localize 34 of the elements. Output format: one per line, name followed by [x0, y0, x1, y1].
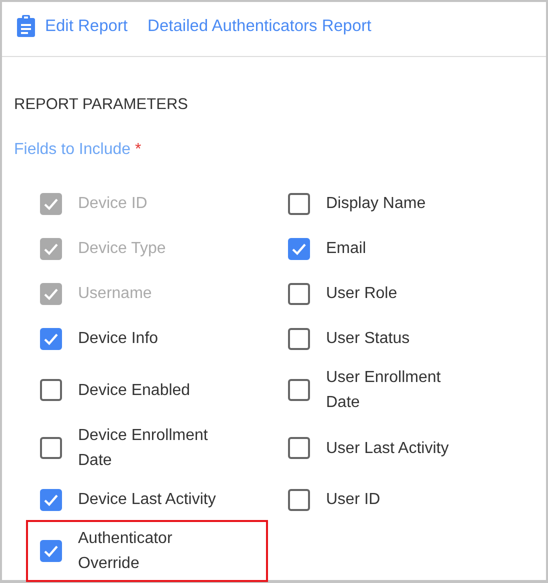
checkbox[interactable] [40, 488, 62, 510]
checkbox[interactable] [288, 488, 310, 510]
field-label: Device Enabled [78, 380, 190, 400]
edit-report-link[interactable]: Edit Report [45, 14, 128, 38]
field-label: Device ID [78, 194, 148, 214]
field-label: Email [326, 239, 366, 259]
field-label: Device Enrollment Date [78, 426, 209, 471]
checkbox[interactable] [288, 282, 310, 304]
clipboard-icon [17, 14, 35, 37]
field-label: Device Info [78, 329, 158, 349]
checkbox[interactable] [40, 437, 62, 459]
checkmark-icon [43, 543, 59, 559]
checkbox[interactable] [288, 379, 310, 401]
required-mark: * [134, 141, 142, 158]
field-label: Username [78, 284, 152, 304]
checkbox[interactable] [40, 328, 62, 350]
field-label: Device Type [78, 239, 166, 259]
field-label: Authenticator Override [78, 529, 174, 574]
checkbox[interactable] [40, 379, 62, 401]
section-title: REPORT PARAMETERS [14, 94, 189, 115]
checkbox[interactable] [288, 238, 310, 260]
checkbox[interactable] [288, 192, 310, 214]
checkbox[interactable] [40, 540, 62, 562]
checkbox[interactable] [288, 328, 310, 350]
field-label: User Last Activity [326, 438, 449, 458]
report-title-link[interactable]: Detailed Authenticators Report [148, 14, 372, 38]
field-label: Display Name [326, 194, 426, 214]
field-label: Device Last Activity [78, 490, 216, 510]
field-label: User ID [326, 490, 380, 510]
fields-label: Fields to Include [14, 141, 131, 158]
field-label: User Role [326, 284, 398, 304]
checkbox[interactable] [288, 437, 310, 459]
field-label: User Enrollment Date [326, 368, 442, 413]
field-label: User Status [326, 329, 410, 349]
